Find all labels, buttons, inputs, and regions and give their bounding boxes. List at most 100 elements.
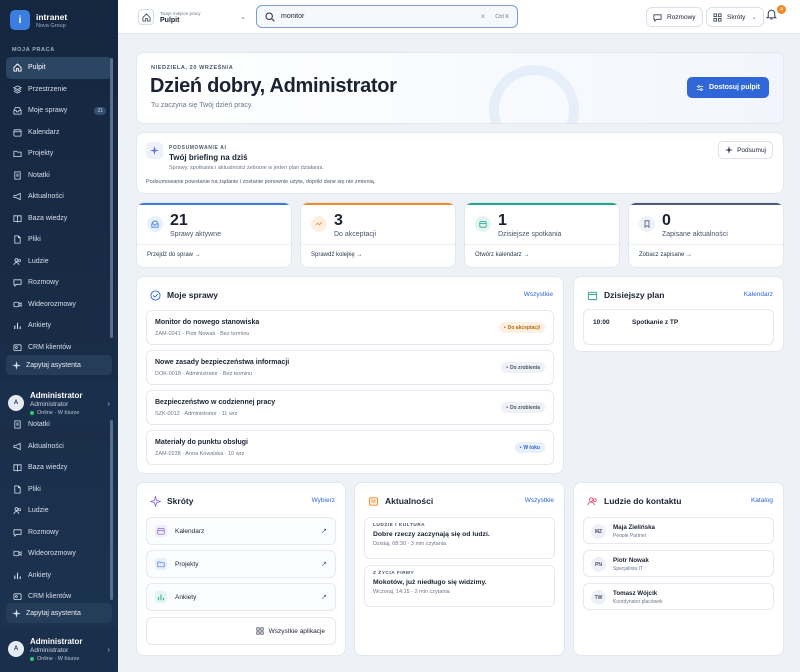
sidebar-item-label: Ankiety: [28, 571, 51, 579]
poll-icon: [13, 572, 21, 579]
user-role: Administrator: [30, 400, 69, 408]
arrow-up-right-icon: ↗: [321, 594, 327, 601]
stat-card[interactable]: 1 Dzisiejsze spotkania Otwórz kalendarz →: [464, 202, 620, 268]
news-item[interactable]: Z ŻYCIA FIRMY Mokotów, już niedługo się w…: [364, 565, 555, 607]
news-item[interactable]: LUDZIE I KULTURA Dobre rzeczy zaczynają s…: [364, 517, 555, 559]
ask-assistant-button[interactable]: Zapytaj asystenta: [6, 603, 112, 623]
stat-value: 3: [334, 212, 343, 229]
stat-card[interactable]: 3 Do akceptacji Sprawdź kolejkę →: [300, 202, 456, 268]
arrow-right-icon: →: [686, 252, 693, 258]
all-apps-button[interactable]: Wszystkie aplikacje: [146, 617, 336, 645]
case-row[interactable]: Bezpieczeństwo w codziennej pracy SZK-001…: [146, 390, 554, 425]
sparkle-icon: [146, 142, 163, 159]
summarize-label: Podsumuj: [737, 146, 766, 154]
case-row[interactable]: Materiały do punktu obsługi ZAM-0238 · An…: [146, 430, 554, 465]
summarize-button[interactable]: Podsumuj: [718, 141, 773, 159]
shortcuts-panel: Skróty Wybierz Kalendarz ↗ Projekty ↗ Ankiet…: [136, 482, 346, 656]
chats-button[interactable]: Rozmowy: [646, 7, 703, 27]
case-title: Materiały do punktu obsługi: [155, 439, 248, 446]
contact-item[interactable]: TW Tomasz Wójcik Koordynator placówek: [583, 583, 774, 610]
sidebar-item-6[interactable]: Aktualności: [6, 186, 112, 208]
ask-assistant-button[interactable]: Zapytaj asystenta: [6, 355, 112, 375]
sidebar-item-7[interactable]: Baza wiedzy: [6, 208, 112, 230]
shortcuts-button[interactable]: Skróty ⌄: [706, 7, 764, 27]
inbox-icon: [147, 216, 163, 232]
search-input[interactable]: [281, 13, 481, 20]
my-cases-panel: Moje sprawy Wszystkie Monitor do nowego …: [136, 276, 564, 474]
calendar-link[interactable]: Kalendarz: [744, 291, 773, 298]
divider: [301, 244, 455, 245]
shortcut-item[interactable]: Ankiety ↗: [146, 583, 336, 611]
plan-event[interactable]: 10:00 Spotkanie z TP: [583, 309, 774, 345]
sidebar-item-4[interactable]: Projekty: [6, 143, 112, 165]
sidebar-scrollbar-lower[interactable]: [110, 420, 113, 600]
sidebar-item-6[interactable]: Wideorozmowy: [6, 543, 112, 565]
sidebar-item-1[interactable]: Przestrzenie: [6, 79, 112, 101]
sidebar-item-0[interactable]: Notatki: [6, 414, 112, 436]
video-icon: [12, 301, 22, 307]
shortcut-item[interactable]: Kalendarz ↗: [146, 517, 336, 545]
contacts-panel: Ludzie do kontaktu Katalog MZ Maja Zieliń…: [573, 482, 784, 656]
customize-dashboard-button[interactable]: Dostosuj pulpit: [687, 77, 769, 98]
sparkle-icon: [12, 360, 21, 370]
case-meta: SZK-0012 · Administrator · 11 wrz: [155, 411, 238, 417]
sidebar-item-label: Pliki: [28, 236, 41, 244]
arrow-right-icon: →: [194, 252, 201, 258]
sidebar-item-9[interactable]: Ludzie: [6, 251, 112, 273]
sidebar-item-label: CRM klientów: [28, 343, 72, 351]
notifications-button[interactable]: 4: [765, 5, 786, 24]
workspace-switcher[interactable]: Twoje miejsce pracy Pulpit ⌄: [138, 5, 246, 29]
search-bar[interactable]: × Ctrl K: [256, 5, 518, 28]
choose-shortcuts-link[interactable]: Wybierz: [312, 497, 335, 504]
sidebar-item-8[interactable]: Pliki: [6, 229, 112, 251]
news-all-link[interactable]: Wszystkie: [525, 497, 554, 504]
chevron-down-icon: ⌄: [240, 14, 246, 21]
sidebar-item-label: CRM klientów: [28, 593, 72, 601]
contact-item[interactable]: PN Piotr Nowak Specjalista IT: [583, 550, 774, 577]
user-name: Administrator: [30, 636, 83, 646]
sidebar-item-4[interactable]: Ludzie: [6, 500, 112, 522]
sidebar-item-label: Projekty: [28, 150, 54, 158]
case-row[interactable]: Nowe zasady bezpieczeństwa informacji DOK…: [146, 350, 554, 385]
clear-search-icon[interactable]: ×: [481, 12, 486, 21]
case-row[interactable]: Monitor do nowego stanowiska ZAM-0241 · P…: [146, 310, 554, 345]
stat-link[interactable]: Zobacz zapisane →: [639, 252, 692, 258]
arrow-right-icon: →: [356, 252, 363, 258]
contact-item[interactable]: MZ Maja Zielińska People Partner: [583, 517, 774, 544]
user-name: Administrator: [30, 390, 83, 400]
sidebar-item-2[interactable]: Baza wiedzy: [6, 457, 112, 479]
sidebar-item-12[interactable]: Ankiety: [6, 315, 112, 337]
sidebar-item-0[interactable]: Pulpit: [6, 57, 112, 79]
sidebar-item-1[interactable]: Aktualności: [6, 436, 112, 458]
shortcut-item[interactable]: Projekty ↗: [146, 550, 336, 578]
sidebar-item-2[interactable]: Moje sprawy 21: [6, 100, 112, 122]
sidebar-item-5[interactable]: Rozmowy: [6, 522, 112, 544]
stat-link[interactable]: Sprawdź kolejkę →: [311, 252, 362, 258]
brand[interactable]: i intranet Nova Group: [0, 0, 118, 40]
stat-link[interactable]: Przejdź do spraw →: [147, 252, 201, 258]
calendar-icon: [475, 216, 491, 232]
chat-icon: [12, 529, 22, 537]
stat-card[interactable]: 21 Sprawy aktywne Przejdź do spraw →: [136, 202, 292, 268]
ai-subtitle: Sprawy, spotkania i aktualności zebrane …: [169, 165, 324, 171]
megaphone-icon: [12, 192, 21, 201]
sidebar-item-10[interactable]: Rozmowy: [6, 272, 112, 294]
sidebar-item-11[interactable]: Wideorozmowy: [6, 294, 112, 316]
sidebar-item-3[interactable]: Pliki: [6, 479, 112, 501]
contact-name: Piotr Nowak: [613, 557, 649, 564]
sidebar-item-7[interactable]: Ankiety: [6, 565, 112, 587]
case-meta: ZAM-0241 · Piotr Nowak · Bez terminu: [155, 331, 250, 337]
stat-card[interactable]: 0 Zapisane aktualności Zobacz zapisane →: [628, 202, 784, 268]
sidebar-scrollbar[interactable]: [110, 58, 113, 338]
my-cases-all-link[interactable]: Wszystkie: [524, 291, 553, 298]
stat-value: 0: [662, 212, 671, 229]
sidebar-item-label: Ludzie: [28, 507, 49, 515]
sidebar-item-3[interactable]: Kalendarz: [6, 122, 112, 144]
sidebar-nav-duplicate: Notatki Aktualności Baza wiedzy Pliki Ludzie…: [0, 414, 118, 608]
user-card[interactable]: A Administrator Administrator Online · W…: [0, 627, 118, 671]
status-badge: • Do zrobienia: [501, 362, 545, 373]
home-icon: [12, 63, 22, 72]
directory-link[interactable]: Katalog: [751, 497, 773, 504]
sidebar-item-5[interactable]: Notatki: [6, 165, 112, 187]
stat-link[interactable]: Otwórz kalendarz →: [475, 252, 529, 258]
